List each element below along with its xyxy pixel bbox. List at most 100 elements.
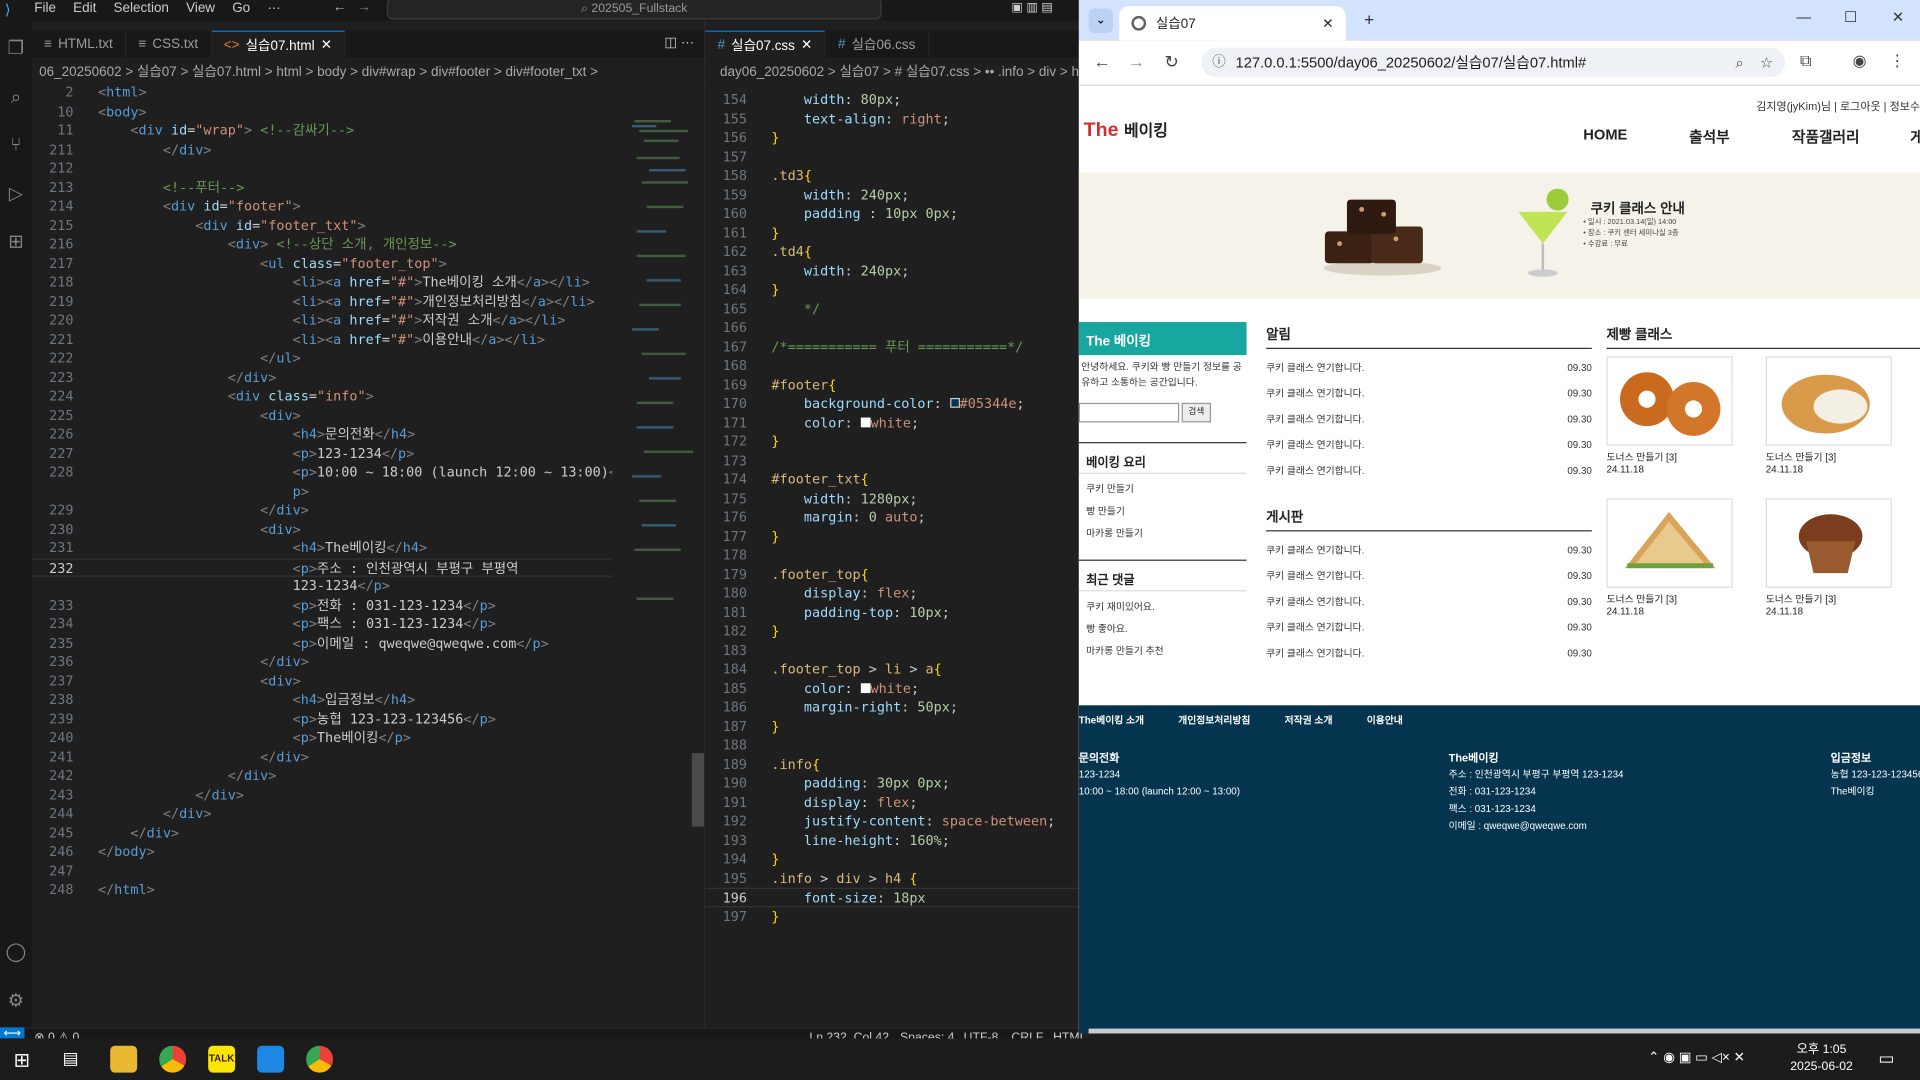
- back-icon[interactable]: ←: [1093, 51, 1110, 71]
- code-line[interactable]: 182}: [705, 622, 1078, 641]
- code-line[interactable]: 123-1234</p>: [32, 577, 704, 596]
- footer-link[interactable]: The베이킹 소개: [1079, 714, 1144, 727]
- code-line[interactable]: 161}: [705, 223, 1078, 242]
- code-line[interactable]: 223 </div>: [32, 368, 704, 387]
- footer-link[interactable]: 저작권 소개: [1285, 714, 1333, 727]
- post-row[interactable]: 쿠키 클래스 연기합니다. 09.30: [1266, 432, 1592, 458]
- code-line[interactable]: 227 <p>123-1234</p>: [32, 444, 704, 463]
- code-line[interactable]: 171 color: white;: [705, 413, 1078, 432]
- code-line[interactable]: 166: [705, 318, 1078, 337]
- code-line[interactable]: 226 <h4>문의전화</h4>: [32, 425, 704, 444]
- code-line[interactable]: 212: [32, 159, 704, 178]
- close-icon[interactable]: ✕: [321, 37, 332, 53]
- code-line[interactable]: 177}: [705, 527, 1078, 546]
- menu-icon[interactable]: ⋮: [1889, 51, 1905, 71]
- menu-view[interactable]: View: [186, 1, 215, 16]
- menu-more[interactable]: ···: [267, 1, 280, 16]
- post-row[interactable]: 쿠키 클래스 연기합니다. 09.30: [1266, 615, 1592, 641]
- code-line[interactable]: 220 <li><a href="#">저작권 소개</a></li>: [32, 311, 704, 330]
- forward-arrow-icon[interactable]: →: [358, 0, 371, 15]
- code-line[interactable]: 217 <ul class="footer_top">: [32, 254, 704, 273]
- code-line[interactable]: 240 <p>The베이킹</p>: [32, 729, 704, 748]
- code-line[interactable]: 179 .footer_top{: [705, 565, 1078, 584]
- code-line[interactable]: 172}: [705, 432, 1078, 451]
- browser-tab[interactable]: 실습07 ✕: [1119, 6, 1346, 41]
- minimize-icon[interactable]: —: [1796, 9, 1811, 26]
- new-tab-icon[interactable]: +: [1364, 10, 1374, 30]
- code-line[interactable]: 224 <div class="info">: [32, 387, 704, 406]
- left-breadcrumb[interactable]: 06_20250602 > 실습07 > 실습07.html > html > …: [31, 61, 705, 84]
- code-line[interactable]: 10 <body>: [32, 102, 704, 121]
- menu-file[interactable]: File: [34, 1, 56, 16]
- code-line[interactable]: 154 width: 80px;: [705, 91, 1078, 110]
- chrome-icon-2[interactable]: [306, 1045, 334, 1073]
- code-line[interactable]: 218 <li><a href="#">The베이킹 소개</a></li>: [32, 273, 704, 292]
- tray-icons[interactable]: ⌃ ◉ ▣ ▭ ◁× ✕: [1648, 1049, 1745, 1066]
- tab-html-txt[interactable]: ≡ HTML.txt: [32, 30, 127, 58]
- class-card[interactable]: 도너스 만들기 [3] 24.11.18: [1765, 356, 1892, 475]
- explorer-icon[interactable]: ❐: [5, 38, 27, 60]
- post-row[interactable]: 쿠키 클래스 연기합니다. 09.30: [1266, 589, 1592, 615]
- code-line[interactable]: 237 <div>: [32, 672, 704, 691]
- notification-icon[interactable]: ▭: [1878, 1048, 1894, 1069]
- comment-item[interactable]: 쿠키 재미있어요.: [1086, 596, 1164, 618]
- code-line[interactable]: 230 <div>: [32, 520, 704, 539]
- code-line[interactable]: 187}: [705, 717, 1078, 736]
- code-line[interactable]: 242 </div>: [32, 767, 704, 786]
- windows-start-icon[interactable]: ⊞: [13, 1048, 29, 1072]
- account-icon[interactable]: ◯: [5, 942, 27, 964]
- zoom-icon[interactable]: ⌕: [1735, 48, 1743, 77]
- code-line[interactable]: 235 <p>이메일 : qweqwe@qweqwe.com</p>: [32, 634, 704, 653]
- code-line[interactable]: 185 color: white;: [705, 679, 1078, 698]
- code-line[interactable]: 176 margin: 0 auto;: [705, 508, 1078, 527]
- nav-board[interactable]: 게시: [1887, 126, 1920, 147]
- split-editor-icon[interactable]: ◫ ···: [664, 34, 694, 51]
- code-line[interactable]: 221 <li><a href="#">이용안내</a></li>: [32, 330, 704, 349]
- html-code-editor[interactable]: 2 <html> 10 <body> 11 <div id="wrap"> <!--감싸…: [31, 83, 705, 1028]
- tab-search-icon[interactable]: ⌄: [1088, 8, 1114, 34]
- site-info-icon[interactable]: ⓘ: [1212, 48, 1225, 77]
- code-line[interactable]: 233 <p>전화 : 031-123-1234</p>: [32, 596, 704, 615]
- menu-go[interactable]: Go: [232, 1, 250, 16]
- nav-attendance[interactable]: 출석부: [1654, 126, 1764, 147]
- chrome-icon[interactable]: [159, 1045, 187, 1073]
- code-line[interactable]: 186 margin-right: 50px;: [705, 698, 1078, 717]
- file-explorer-icon[interactable]: [110, 1045, 138, 1073]
- clock[interactable]: 오후 1:05 2025-06-02: [1790, 1042, 1853, 1076]
- code-line[interactable]: 196 font-size: 18px: [705, 887, 1079, 907]
- post-row[interactable]: 쿠키 클래스 연기합니다. 09.30: [1266, 407, 1592, 433]
- code-line[interactable]: 197}: [705, 907, 1078, 926]
- code-line[interactable]: 156}: [705, 129, 1078, 148]
- code-line[interactable]: 157: [705, 148, 1078, 167]
- minimap[interactable]: [612, 83, 705, 1028]
- top-user-links[interactable]: 김지영(jyKim)님 | 로그아웃 | 정보수: [1756, 98, 1920, 114]
- code-line[interactable]: 164}: [705, 280, 1078, 299]
- close-tab-icon[interactable]: ✕: [1322, 15, 1333, 32]
- scrollbar-thumb[interactable]: [691, 753, 705, 827]
- side-menu-item[interactable]: 빵 만들기: [1086, 501, 1143, 523]
- code-line[interactable]: 165 */: [705, 299, 1078, 318]
- code-line[interactable]: 168: [705, 356, 1078, 375]
- right-breadcrumb[interactable]: day06_20250602 > 실습07 > # 실습07.css > •• …: [705, 61, 1079, 84]
- code-line[interactable]: 219 <li><a href="#">개인정보처리방침</a></li>: [32, 292, 704, 311]
- code-line[interactable]: 11 <div id="wrap"> <!--감싸기-->: [32, 121, 704, 140]
- forward-icon[interactable]: →: [1128, 51, 1145, 71]
- code-line[interactable]: 248 </html>: [32, 880, 704, 899]
- code-line[interactable]: 184 .footer_top > li > a{: [705, 660, 1078, 679]
- profile-icon[interactable]: ◉: [1853, 51, 1867, 71]
- post-row[interactable]: 쿠키 클래스 연기합니다. 09.30: [1266, 640, 1592, 666]
- tab-html-file[interactable]: <> 실습07.html ✕: [211, 30, 346, 58]
- class-card[interactable]: 도너스 만들기 [3] 24.11.18: [1606, 498, 1733, 617]
- gear-icon[interactable]: ⚙: [5, 991, 27, 1013]
- code-line[interactable]: 216 <div> <!--상단 소개, 개인정보-->: [32, 235, 704, 254]
- nav-gallery[interactable]: 작품갤러리: [1765, 126, 1887, 147]
- css-code-editor[interactable]: 154 width: 80px; 155 text-align: right; 15…: [705, 90, 1079, 1028]
- code-line[interactable]: 175 width: 1280px;: [705, 489, 1078, 508]
- extensions-icon[interactable]: ⧉: [1800, 51, 1811, 71]
- code-line[interactable]: 191 display: flex;: [705, 793, 1078, 812]
- sidebar-search-button[interactable]: 검색: [1181, 402, 1212, 423]
- comment-item[interactable]: 빵 좋아요.: [1086, 618, 1164, 640]
- code-line[interactable]: 162 .td4{: [705, 242, 1078, 261]
- code-line[interactable]: 155 text-align: right;: [705, 110, 1078, 129]
- code-line[interactable]: 246 </body>: [32, 842, 704, 861]
